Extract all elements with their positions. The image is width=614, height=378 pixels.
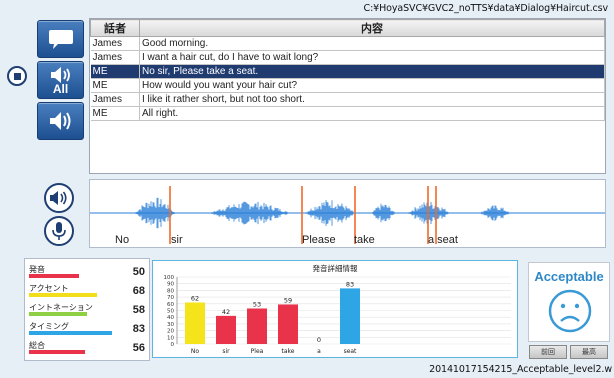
score-bar [29, 293, 97, 297]
waveform-panel[interactable]: No sir Please take a seat [89, 179, 606, 248]
y-tick-label: 50 [167, 309, 174, 315]
pronunciation-detail-chart: 発音詳細情報 0 10 20 30 40 50 60 70 80 90 100 62 No 42 sir 53… [152, 260, 518, 358]
score-value: 68 [132, 285, 145, 297]
content-cell: I want a hair cut, do I have to wait lon… [139, 50, 605, 65]
result-panel: Acceptable [528, 262, 610, 342]
score-value: 83 [132, 323, 145, 335]
dialog-row[interactable]: ME All right. [90, 106, 605, 121]
y-tick-label: 90 [167, 282, 174, 288]
dialog-row[interactable]: ME No sir, Please take a seat. [90, 64, 605, 79]
result-label: Acceptable [534, 269, 604, 284]
speaker-cell: James [90, 36, 140, 51]
dialog-button[interactable] [37, 20, 84, 58]
score-value: 58 [132, 304, 145, 316]
y-tick-label: 0 [171, 342, 175, 348]
x-tick-label: No [191, 348, 199, 355]
content-cell: All right. [139, 106, 605, 121]
word-label: Please [302, 234, 336, 246]
previous-result-button[interactable]: 前回 [529, 345, 567, 359]
best-result-button[interactable]: 最高 [570, 345, 608, 359]
play-all-button[interactable]: All [37, 61, 84, 99]
score-bar [29, 312, 87, 316]
speaker-column-header[interactable]: 話者 [90, 19, 140, 37]
score-value: 56 [132, 342, 145, 354]
score-row: 発音 50 [29, 264, 147, 281]
stop-button[interactable] [7, 66, 27, 86]
bar-value-label: 0 [317, 336, 321, 344]
y-tick-label: 100 [164, 275, 175, 281]
sad-face-icon [548, 289, 592, 333]
y-tick-label: 10 [167, 335, 174, 341]
x-tick-label: take [282, 348, 295, 355]
dialog-row[interactable]: ME How would you want your hair cut? [90, 78, 605, 93]
bar-value-label: 53 [253, 300, 261, 308]
waveform [90, 186, 605, 244]
score-row: タイミング 83 [29, 321, 147, 338]
bar-value-label: 59 [284, 296, 292, 304]
bar [185, 302, 205, 344]
word-label: take [354, 234, 375, 246]
y-tick-label: 80 [167, 288, 174, 294]
file-path: C:¥HoyaSVC¥GVC2_noTTS¥data¥Dialog¥Haircu… [363, 3, 609, 14]
dialog-row[interactable]: James Good morning. [90, 36, 605, 51]
result-filename: 20141017154215_Acceptable_level2.w [429, 364, 612, 375]
x-tick-label: Plea [251, 348, 264, 355]
bar [340, 288, 360, 344]
speaker-icon [50, 66, 70, 83]
speaker-cell: ME [90, 64, 140, 79]
dialog-row[interactable]: James I want a hair cut, do I have to wai… [90, 50, 605, 65]
score-value: 50 [132, 266, 145, 278]
bar-value-label: 62 [191, 294, 199, 302]
speech-bubble-icon [48, 30, 73, 49]
content-cell: I like it rather short, but not too shor… [139, 92, 605, 107]
score-row: アクセント 68 [29, 283, 147, 300]
play-all-label: All [52, 81, 69, 96]
speaker-icon [50, 191, 67, 205]
dialog-row[interactable]: James I like it rather short, but not too… [90, 92, 605, 107]
y-tick-label: 20 [167, 329, 174, 335]
score-row: 総合 56 [29, 340, 147, 357]
bar-value-label: 42 [222, 308, 230, 316]
word-label: sir [171, 234, 183, 246]
stop-icon [13, 72, 21, 80]
x-tick-label: a [317, 348, 321, 355]
content-cell: No sir, Please take a seat. [139, 64, 605, 79]
content-cell: Good morning. [139, 36, 605, 51]
microphone-icon [52, 222, 66, 240]
score-bar [29, 274, 79, 278]
play-button[interactable] [37, 102, 84, 140]
play-recording-button[interactable] [44, 183, 74, 213]
bar-value-label: 83 [346, 280, 354, 288]
score-panel: 発音 50 アクセント 68 イントネーション 58 タイミング 83 総合 56 [24, 258, 150, 361]
word-label: a seat [428, 234, 458, 246]
speaker-cell: James [90, 50, 140, 65]
bar [278, 304, 298, 344]
y-tick-label: 60 [167, 302, 174, 308]
speaker-icon [49, 112, 70, 130]
score-bar [29, 350, 85, 354]
y-tick-label: 40 [167, 315, 174, 321]
x-tick-label: sir [222, 348, 230, 355]
speaker-cell: James [90, 92, 140, 107]
content-cell: How would you want your hair cut? [139, 78, 605, 93]
bar [216, 315, 236, 344]
y-tick-label: 70 [167, 295, 174, 301]
bar-chart: 010203040506070809010062No42sir53Plea59t… [164, 275, 511, 355]
dialog-list: 話者 内容 James Good morning. James I want a ha… [89, 18, 606, 174]
record-button[interactable] [44, 216, 74, 246]
bar [247, 308, 267, 344]
y-tick-label: 30 [167, 322, 174, 328]
score-row: イントネーション 58 [29, 302, 147, 319]
word-label: No [115, 234, 130, 246]
content-column-header[interactable]: 内容 [139, 19, 605, 37]
dialog-table: 話者 内容 James Good morning. James I want a ha… [90, 19, 605, 121]
x-tick-label: seat [344, 348, 357, 355]
speaker-cell: ME [90, 78, 140, 93]
score-bar [29, 331, 112, 335]
speaker-cell: ME [90, 106, 140, 121]
